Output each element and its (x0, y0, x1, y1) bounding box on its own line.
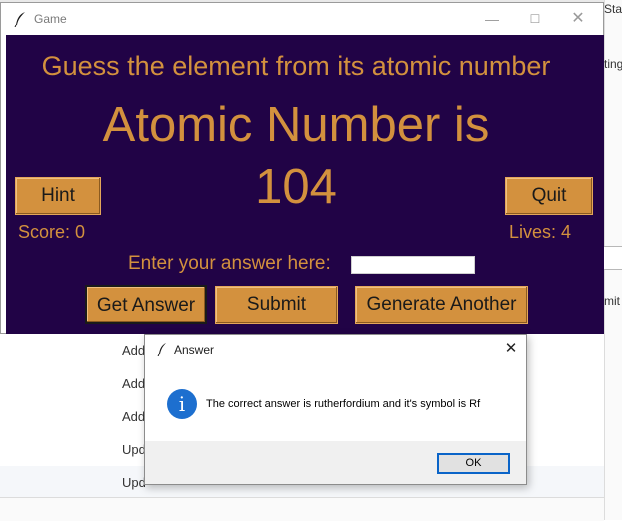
quit-button[interactable]: Quit (505, 177, 593, 215)
game-titlebar[interactable]: Game — ☐ ✕ (1, 3, 603, 35)
close-icon[interactable]: ✕ (501, 339, 521, 359)
row-action: Add (122, 376, 146, 391)
hint-button[interactable]: Hint (15, 177, 101, 215)
atomic-number-label: Atomic Number is (102, 98, 490, 152)
maximize-icon[interactable]: ☐ (525, 9, 545, 29)
score-label: Score: 0 (18, 222, 86, 242)
close-icon[interactable]: ✕ (568, 9, 588, 29)
info-icon: i (167, 389, 197, 419)
game-window: Game — ☐ ✕ Guess the element from its at… (0, 2, 604, 334)
dialog-message: The correct answer is rutherfordium and … (206, 398, 481, 410)
row-action: Add (122, 343, 146, 358)
game-heading: Guess the element from its atomic number (41, 51, 551, 81)
answer-prompt: Enter your answer here: (128, 253, 331, 274)
dialog-titlebar[interactable]: Answer ✕ (145, 335, 526, 363)
background-right-snippet: ting (604, 57, 622, 71)
row-action: Add (122, 409, 146, 424)
get-answer-button[interactable]: Get Answer (85, 285, 207, 324)
feather-icon (14, 12, 25, 27)
game-canvas: Guess the element from its atomic number… (6, 35, 604, 334)
minimize-icon[interactable]: — (482, 9, 502, 29)
generate-another-button[interactable]: Generate Another (355, 286, 528, 324)
background-right-snippet: Star (604, 2, 622, 16)
lives-label: Lives: 4 (509, 222, 572, 242)
background-bottom-bar (0, 497, 604, 521)
ok-button[interactable]: OK (437, 453, 510, 474)
row-action: Upd (122, 442, 146, 457)
answer-dialog: Answer ✕ i The correct answer is rutherf… (144, 334, 527, 485)
dialog-title: Answer (174, 343, 215, 357)
background-right-snippet: mit (604, 294, 620, 308)
dialog-footer: OK (145, 441, 526, 484)
feather-icon (157, 343, 166, 356)
row-action: Upd (122, 475, 146, 490)
submit-button[interactable]: Submit (215, 286, 338, 324)
answer-input[interactable] (351, 256, 475, 274)
window-title: Game (34, 12, 67, 26)
